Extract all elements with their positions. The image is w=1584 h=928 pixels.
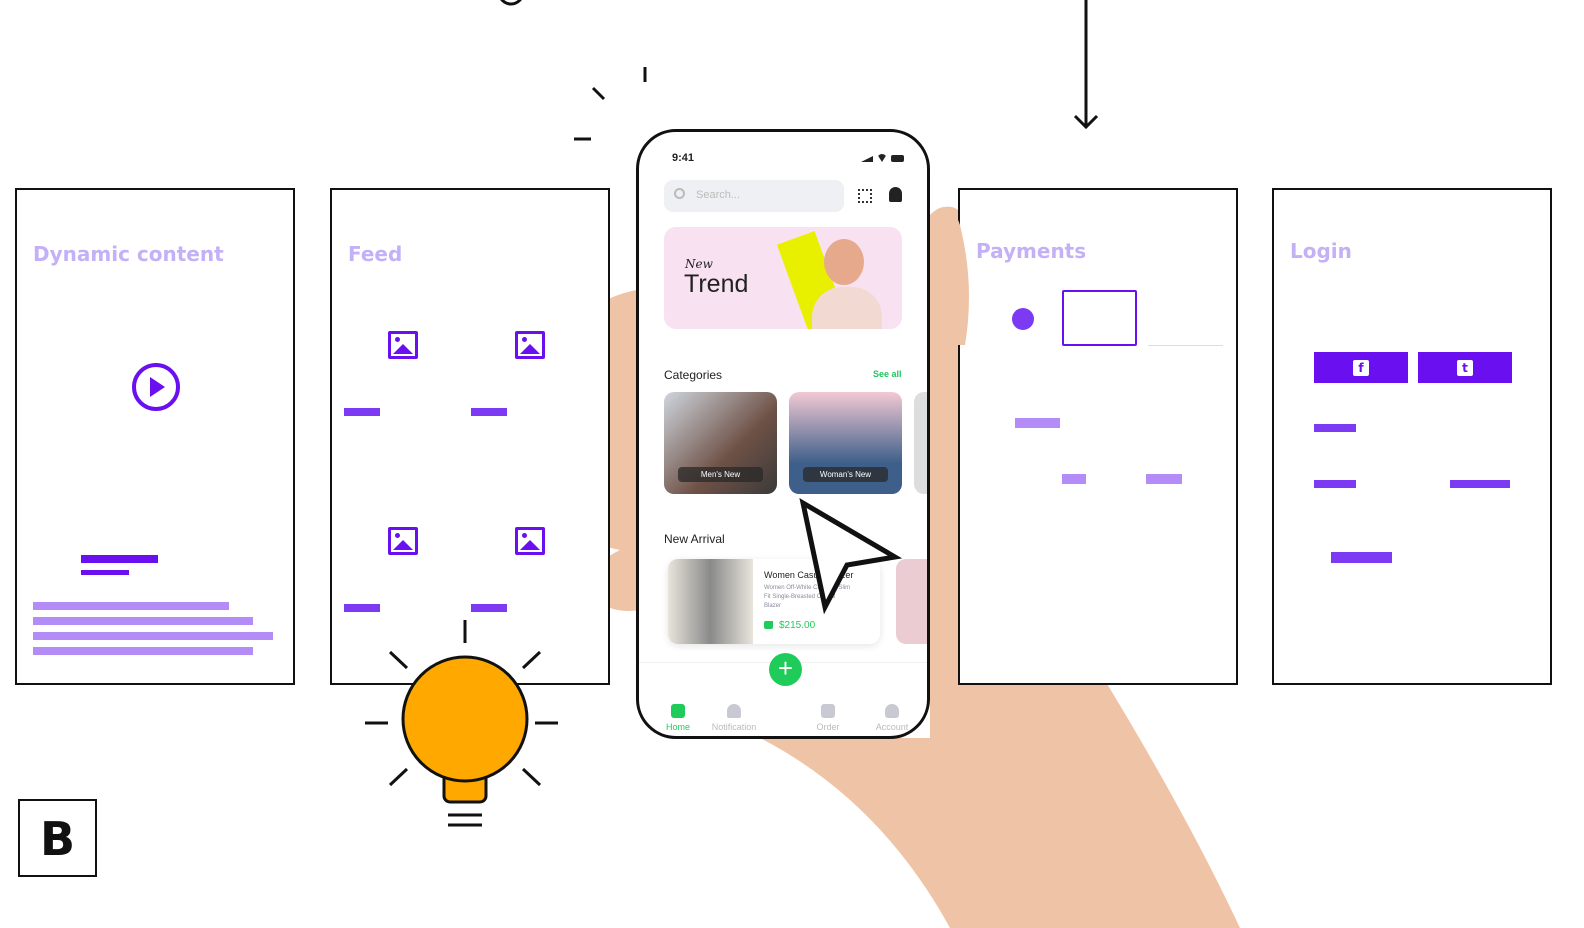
brand-logo: B	[18, 799, 97, 877]
qr-code-icon[interactable]	[858, 189, 872, 203]
placeholder-bar	[1314, 424, 1356, 432]
product-photo	[668, 559, 753, 644]
product-price: $215.00	[779, 620, 816, 631]
down-arrow-icon	[1073, 0, 1099, 130]
placeholder-bar	[471, 408, 507, 416]
placeholder-bar	[33, 602, 229, 610]
wireframe-payments: Payments	[958, 188, 1238, 685]
phone-mockup: 9:41 Search... New Trend Categories See …	[636, 129, 930, 739]
thumb-illustration	[930, 207, 969, 345]
price-tag-icon	[764, 621, 773, 629]
categories-heading: Categories	[664, 368, 723, 382]
wireframe-title: Feed	[348, 242, 403, 266]
facebook-icon: f	[1353, 359, 1369, 376]
bell-icon[interactable]	[889, 187, 902, 202]
category-card-womens[interactable]: Woman's New	[789, 392, 902, 494]
twitter-login-button[interactable]: t	[1418, 352, 1512, 383]
new-arrival-heading: New Arrival	[664, 532, 725, 546]
payment-card-selected[interactable]	[1062, 290, 1137, 346]
nav-label: Account	[875, 722, 909, 732]
image-icon	[388, 527, 418, 555]
divider	[1148, 345, 1223, 346]
lightbulb-icon	[365, 620, 558, 827]
placeholder-bar	[1450, 480, 1510, 488]
placeholder-bar	[81, 570, 129, 575]
logo-letter: B	[40, 812, 76, 866]
nav-order[interactable]: Order	[798, 704, 858, 732]
nav-notification[interactable]: Notification	[704, 704, 764, 732]
placeholder-bar	[33, 617, 253, 625]
wireframe-dynamic-content: Dynamic content	[15, 188, 295, 685]
bag-icon	[821, 704, 835, 718]
placeholder-bar	[1314, 480, 1356, 488]
search-input[interactable]: Search...	[664, 180, 844, 212]
placeholder-bar	[1331, 552, 1392, 563]
placeholder-bar	[1146, 474, 1182, 484]
twitter-icon: t	[1457, 359, 1473, 376]
placeholder-bar	[33, 632, 273, 640]
trend-banner[interactable]: New Trend	[664, 227, 902, 329]
banner-photo	[812, 287, 882, 329]
wireframe-title: Payments	[976, 239, 1087, 263]
facebook-login-button[interactable]: f	[1314, 352, 1408, 383]
bell-icon	[727, 704, 741, 718]
nav-account[interactable]: Account	[862, 704, 922, 732]
image-icon	[515, 527, 545, 555]
nav-home[interactable]: Home	[648, 704, 708, 732]
status-icons	[861, 154, 904, 162]
category-card-next[interactable]	[914, 392, 927, 494]
placeholder-bar	[1062, 474, 1086, 484]
store-icon	[671, 704, 685, 718]
wireframe-feed: Feed	[330, 188, 610, 685]
cursor-arrow-icon	[799, 497, 903, 615]
wireframe-title: Login	[1290, 239, 1352, 263]
banner-title: Trend	[684, 270, 749, 298]
play-icon[interactable]	[131, 362, 181, 412]
nav-label: Home	[665, 722, 690, 732]
search-icon	[674, 188, 685, 199]
wireframe-login: Login f t	[1272, 188, 1552, 685]
banner-kicker: New	[685, 257, 713, 271]
placeholder-bar	[1015, 418, 1060, 428]
status-time: 9:41	[672, 152, 695, 164]
add-button[interactable]: +	[769, 653, 802, 686]
placeholder-bar	[344, 408, 380, 416]
category-label: Men's New	[678, 467, 763, 482]
banner-photo	[824, 239, 864, 285]
placeholder-bar	[33, 647, 253, 655]
payment-option[interactable]	[1012, 308, 1034, 330]
placeholder-bar	[81, 555, 158, 563]
placeholder-bar	[344, 604, 380, 612]
image-icon	[515, 331, 545, 359]
category-card-mens[interactable]: Men's New	[664, 392, 777, 494]
nav-label: Notification	[711, 722, 757, 732]
user-icon	[885, 704, 899, 718]
wireframe-title: Dynamic content	[33, 242, 224, 266]
sparkle-icon	[574, 67, 647, 141]
placeholder-bar	[471, 604, 507, 612]
nav-label: Order	[816, 722, 840, 732]
see-all-link[interactable]: See all	[873, 369, 902, 379]
image-icon	[388, 331, 418, 359]
search-placeholder: Search...	[696, 189, 741, 201]
category-label: Woman's New	[803, 467, 888, 482]
